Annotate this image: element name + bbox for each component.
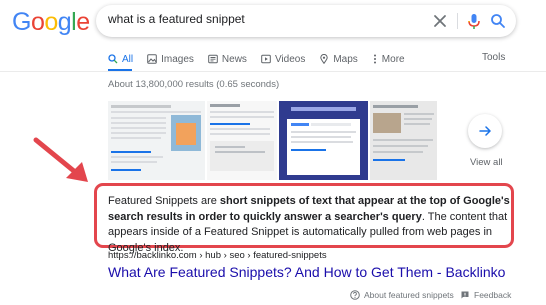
microphone-icon [468, 14, 480, 29]
search-divider [457, 13, 458, 29]
feedback-label: Feedback [474, 290, 512, 300]
image-result-thumbnail[interactable] [207, 101, 277, 180]
tab-maps[interactable]: Maps [319, 52, 358, 66]
arrow-right-icon [479, 126, 491, 136]
image-icon [147, 54, 157, 64]
about-featured-snippets[interactable]: About featured snippets [350, 290, 454, 300]
feedback-icon [461, 291, 469, 299]
featured-snippet-text: Featured Snippets are short snippets of … [108, 194, 510, 256]
tab-label: Maps [333, 53, 358, 65]
header-divider [0, 71, 546, 72]
result-url: https://backlinko.com › hub › seo › feat… [108, 250, 327, 261]
tab-more[interactable]: More [372, 52, 405, 66]
thumbnail-image [207, 101, 277, 180]
search-box [96, 5, 516, 37]
tab-label: Videos [274, 53, 306, 65]
result-stats: About 13,800,000 results (0.65 seconds) [108, 79, 280, 90]
logo-letter: g [57, 8, 72, 36]
video-icon [261, 54, 271, 64]
tab-label: News [221, 53, 247, 65]
more-vert-icon [373, 54, 376, 64]
image-result-thumbnail[interactable] [370, 101, 437, 180]
logo-letter: o [30, 8, 45, 36]
tools-button[interactable]: Tools [482, 52, 505, 63]
logo-letter: e [76, 8, 90, 36]
search-icon [108, 54, 118, 64]
view-all-label[interactable]: View all [470, 157, 503, 168]
image-result-thumbnail[interactable] [279, 101, 368, 180]
search-input[interactable] [108, 12, 408, 26]
tab-videos[interactable]: Videos [261, 52, 305, 66]
tab-all[interactable]: All [108, 52, 133, 66]
logo-letter: o [44, 8, 58, 36]
tab-news[interactable]: News [208, 52, 247, 66]
logo-letter: G [12, 8, 31, 36]
result-title-link[interactable]: What Are Featured Snippets? And How to G… [108, 264, 505, 280]
search-tabs: All Images News Videos Maps More [108, 52, 419, 66]
tab-label: More [381, 53, 405, 65]
search-button[interactable] [488, 11, 508, 31]
google-logo[interactable]: Google [12, 6, 90, 38]
snippet-prefix: Featured Snippets are [108, 195, 220, 207]
help-icon [350, 290, 360, 300]
about-label: About featured snippets [364, 290, 454, 300]
close-icon [434, 15, 446, 27]
tab-images[interactable]: Images [147, 52, 194, 66]
view-all-button[interactable] [468, 114, 502, 148]
tab-label: Images [161, 53, 194, 65]
search-icon [491, 14, 505, 28]
clear-button[interactable] [430, 11, 450, 31]
thumbnail-image [370, 101, 437, 180]
news-icon [208, 54, 218, 64]
thumbnail-image [108, 101, 205, 180]
image-result-thumbnail[interactable] [108, 101, 205, 180]
thumbnail-image [279, 101, 368, 180]
annotation-arrow-icon [33, 137, 88, 182]
feedback-button[interactable]: Feedback [460, 290, 511, 300]
tab-label: All [122, 53, 134, 65]
voice-search-button[interactable] [464, 11, 484, 31]
map-pin-icon [320, 54, 329, 64]
